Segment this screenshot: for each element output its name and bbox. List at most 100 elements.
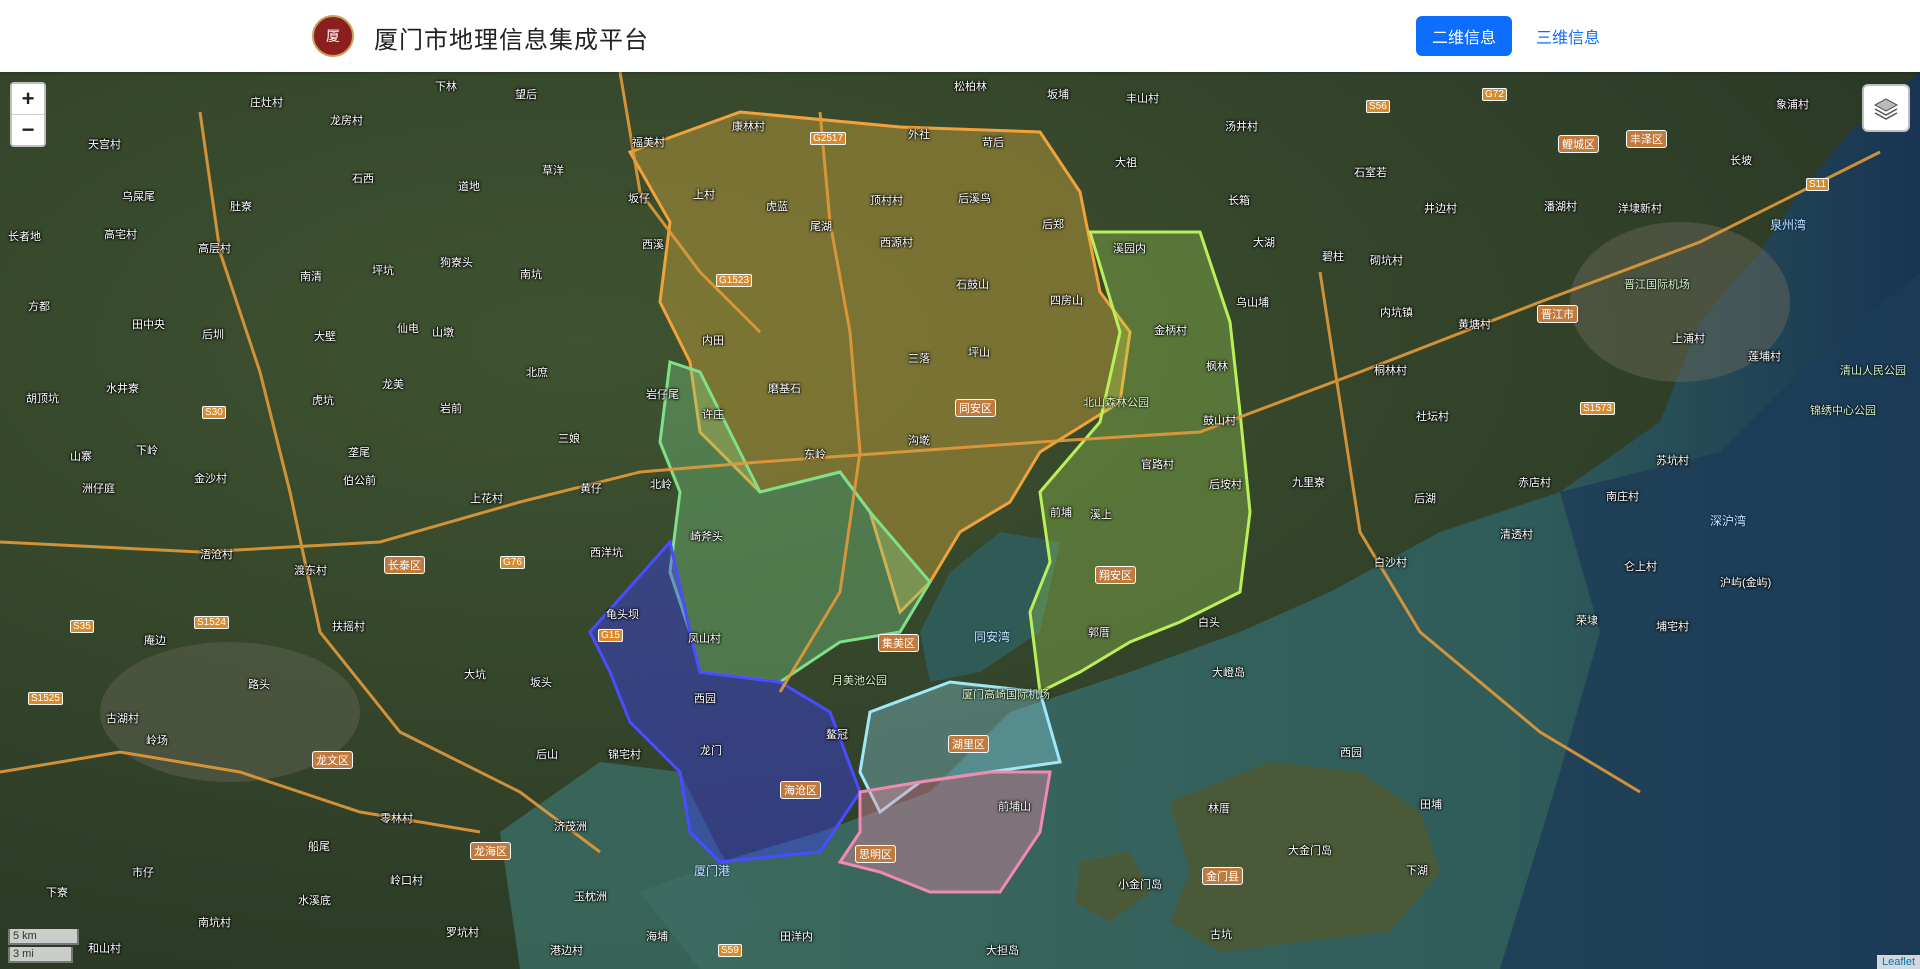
place-label: 坪山 — [968, 347, 990, 359]
place-label: 港边村 — [550, 945, 583, 957]
place-label: 郭厝 — [1088, 627, 1110, 639]
poi-label-park[interactable]: 北山森林公园 — [1083, 394, 1149, 410]
page-title: 厦门市地理信息集成平台 — [374, 27, 649, 54]
place-label: 市仔 — [132, 867, 154, 879]
water-label-shenhu-bay: 深沪湾 — [1710, 514, 1747, 528]
place-label: 龙房村 — [330, 115, 363, 127]
district-label-xiangan: 翔安区 — [1095, 566, 1136, 584]
place-label: 三娘 — [558, 433, 580, 445]
place-label: 溪园内 — [1113, 243, 1146, 255]
place-label: 玉枕洲 — [574, 891, 607, 903]
place-label: 北庶 — [526, 367, 548, 379]
place-label: 田洋内 — [780, 931, 813, 943]
place-label: 井边村 — [1424, 203, 1457, 215]
poi-label-park[interactable]: 月美池公园 — [832, 672, 887, 688]
university-logo-icon: 厦 — [312, 15, 354, 57]
layers-button[interactable] — [1862, 84, 1910, 132]
place-label: 小金门岛 — [1118, 879, 1162, 891]
place-label: 草洋 — [542, 165, 564, 177]
place-label: 后溪鸟 — [958, 193, 991, 205]
scale-bar: 5 km 3 mi — [8, 927, 79, 963]
highway-shield: G2517 — [810, 132, 847, 145]
district-label-changtai: 长泰区 — [384, 556, 425, 574]
highway-shield: G15 — [598, 629, 623, 642]
place-label: 乌屎尾 — [122, 191, 155, 203]
place-label: 坂埔 — [1047, 89, 1069, 101]
zoom-out-button[interactable]: − — [12, 114, 44, 145]
place-label: 白沙村 — [1374, 557, 1407, 569]
place-label: 庄灶村 — [250, 97, 283, 109]
place-label: 仙电 — [397, 323, 419, 335]
place-label: 龟头坝 — [606, 609, 639, 621]
place-label: 长者地 — [8, 231, 41, 243]
highway-shield: G72 — [1482, 88, 1507, 101]
logo-text: 厦 — [326, 29, 340, 45]
tab-3d-info[interactable]: 三维信息 — [1520, 16, 1616, 56]
map-view[interactable]: 同安区 集美区 翔安区 海沧区 湖里区 思明区 长泰区 龙文区 龙海区 金门县 … — [0, 72, 1920, 969]
place-label: 鳌冠 — [826, 729, 848, 741]
place-label: 岭口村 — [390, 875, 423, 887]
place-label: 象浦村 — [1776, 99, 1809, 111]
place-label: 汤井村 — [1225, 121, 1258, 133]
place-label: 长坡 — [1730, 155, 1752, 167]
place-label: 济茂洲 — [554, 821, 587, 833]
district-label-huli: 湖里区 — [948, 735, 989, 753]
district-label-longhai: 龙海区 — [470, 842, 511, 860]
place-label: 锦宅村 — [608, 749, 641, 761]
place-label: 内田 — [702, 335, 724, 347]
place-label: 石鼓山 — [956, 279, 989, 291]
place-label: 浯沧村 — [200, 549, 233, 561]
place-label: 岭场 — [146, 735, 168, 747]
place-label: 岩前 — [440, 403, 462, 415]
place-label: 伯公前 — [343, 475, 376, 487]
place-label: 潘湖村 — [1544, 201, 1577, 213]
place-label: 社坛村 — [1416, 411, 1449, 423]
place-label: 后山 — [536, 749, 558, 761]
place-label: 西溪 — [642, 239, 664, 251]
place-label: 大坑 — [464, 669, 486, 681]
place-label: 天宫村 — [88, 139, 121, 151]
place-label: 和山村 — [88, 943, 121, 955]
place-label: 大金门岛 — [1288, 845, 1332, 857]
attribution-link[interactable]: Leaflet — [1876, 955, 1920, 969]
place-label: 高层村 — [198, 243, 231, 255]
place-label: 荣埭 — [1576, 615, 1598, 627]
place-label: 岩仔尾 — [646, 389, 679, 401]
place-label: 高宅村 — [104, 229, 137, 241]
district-label-kinmen: 金门县 — [1202, 867, 1243, 885]
place-label: 田埔 — [1420, 799, 1442, 811]
zoom-in-button[interactable]: + — [12, 84, 44, 114]
place-label: 方都 — [28, 301, 50, 313]
place-label: 鼓山村 — [1203, 415, 1236, 427]
water-label-quanzhou-bay: 泉州湾 — [1770, 218, 1807, 232]
place-label: 赤店村 — [1518, 477, 1551, 489]
place-label: 乌山埔 — [1236, 297, 1269, 309]
tab-2d-info[interactable]: 二维信息 — [1416, 16, 1513, 56]
place-label: 后湖 — [1414, 493, 1436, 505]
place-label: 狗寮头 — [440, 257, 473, 269]
place-label: 西园 — [1340, 747, 1362, 759]
place-label: 船尾 — [308, 841, 330, 853]
place-label: 凤山村 — [688, 633, 721, 645]
place-label: 沟墘 — [908, 435, 930, 447]
place-label: 南庄村 — [1606, 491, 1639, 503]
place-label: 福美村 — [632, 137, 665, 149]
place-label: 东岭 — [804, 449, 826, 461]
place-label: 坂仔 — [628, 193, 650, 205]
poi-label-airport[interactable]: 晋江国际机场 — [1624, 276, 1690, 292]
place-label: 崎斧头 — [690, 531, 723, 543]
place-label: 南坑 — [520, 269, 542, 281]
place-label: 丰山村 — [1126, 93, 1159, 105]
poi-label-park[interactable]: 清山人民公园 — [1840, 362, 1906, 378]
district-label-jinjiang: 晋江市 — [1537, 305, 1578, 323]
scale-km: 5 km — [8, 929, 79, 945]
district-label-tongan: 同安区 — [955, 399, 996, 417]
poi-label-airport[interactable]: 厦门高崎国际机场 — [962, 686, 1050, 702]
place-label: 前埔 — [1050, 507, 1072, 519]
place-label: 内坑镇 — [1380, 307, 1413, 319]
place-label: 下寮 — [46, 887, 68, 899]
poi-label-park[interactable]: 锦绣中心公园 — [1810, 402, 1876, 418]
place-label: 道地 — [458, 181, 480, 193]
highway-shield: S1525 — [28, 692, 63, 705]
place-label: 苏坑村 — [1656, 455, 1689, 467]
